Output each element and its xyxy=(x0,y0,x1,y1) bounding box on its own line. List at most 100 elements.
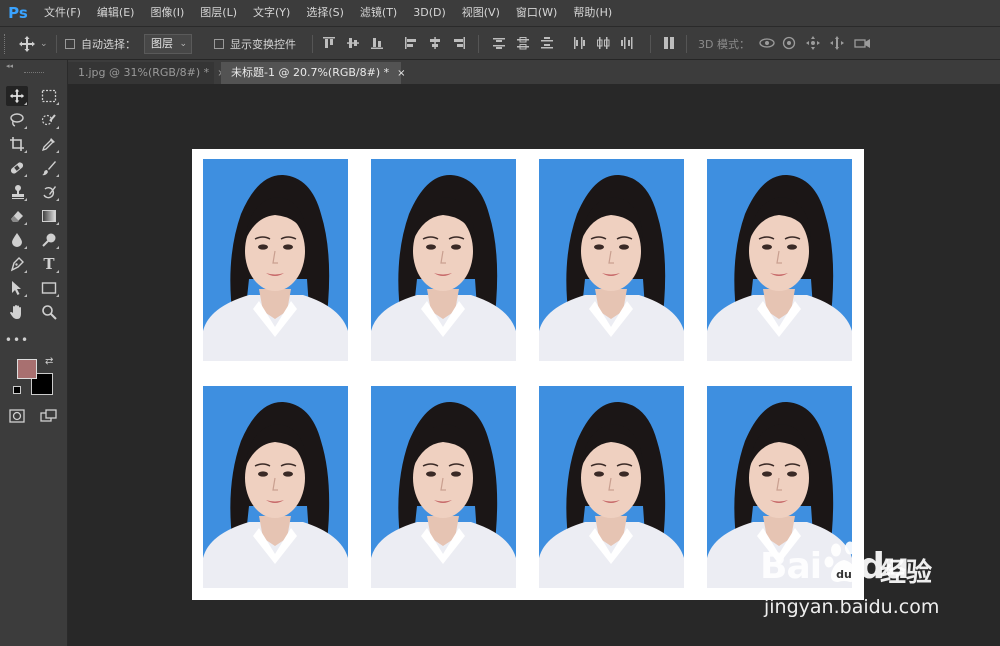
quick-mask-button[interactable] xyxy=(6,406,28,426)
baidu-paw-icon: du xyxy=(824,541,864,582)
auto-align-layers-icon[interactable] xyxy=(662,36,676,50)
default-colors-icon[interactable] xyxy=(13,386,21,394)
rectangle-icon xyxy=(41,282,57,294)
align-horizontal-center-icon[interactable] xyxy=(428,36,442,50)
toolbox-grip[interactable] xyxy=(24,72,44,75)
more-dots-icon: ••• xyxy=(4,333,30,347)
foreground-color-swatch[interactable] xyxy=(17,359,37,379)
crop-tool-button[interactable] xyxy=(6,134,28,154)
blur-tool-button[interactable] xyxy=(6,230,28,250)
show-transform-toggle[interactable]: 显示变换控件 xyxy=(214,27,296,60)
menu-filter[interactable]: 滤镜(T) xyxy=(352,0,405,26)
distribute-bottom-icon[interactable] xyxy=(540,36,554,50)
distribute-vertical-center-icon[interactable] xyxy=(516,36,530,50)
pan-3d-icon[interactable] xyxy=(806,36,820,50)
menu-select[interactable]: 选择(S) xyxy=(298,0,352,26)
distribute-left-icon[interactable] xyxy=(572,36,586,50)
hand-tool-button[interactable] xyxy=(6,302,28,322)
document-tab-bar: 1.jpg @ 31%(RGB/8#) *× 未标题-1 @ 20.7%(RGB… xyxy=(68,60,1000,84)
path-selection-tool-button[interactable] xyxy=(6,278,28,298)
align-left-icon[interactable] xyxy=(404,36,418,50)
divider xyxy=(478,35,479,53)
move-tool-icon xyxy=(9,88,25,104)
distribute-right-icon[interactable] xyxy=(620,36,634,50)
close-icon[interactable]: × xyxy=(397,68,405,79)
collapse-panel-icon[interactable]: ◂◂ xyxy=(6,62,13,70)
swap-colors-icon[interactable]: ⇄ xyxy=(45,356,53,367)
eyedropper-tool-button[interactable] xyxy=(38,134,60,154)
auto-select-toggle[interactable]: 自动选择： xyxy=(65,27,136,60)
document-canvas[interactable] xyxy=(192,149,864,600)
bandage-icon xyxy=(10,162,24,174)
rectangular-marquee-icon xyxy=(41,89,57,103)
show-transform-checkbox[interactable] xyxy=(214,38,224,49)
align-right-icon[interactable] xyxy=(452,36,466,50)
roll-3d-icon[interactable] xyxy=(782,36,796,50)
tab-document-2[interactable]: 未标题-1 @ 20.7%(RGB/8#) * × xyxy=(221,62,406,84)
lasso-tool-button[interactable] xyxy=(6,110,28,130)
options-bar-grip[interactable] xyxy=(4,34,11,54)
type-t-icon: T xyxy=(43,255,55,273)
auto-select-dropdown[interactable]: 图层 ⌄ xyxy=(144,27,192,60)
marquee-tool-button[interactable] xyxy=(38,86,60,106)
align-bottom-icon[interactable] xyxy=(370,36,384,50)
pen-tool-button[interactable] xyxy=(6,254,28,274)
menu-layer[interactable]: 图层(L) xyxy=(192,0,245,26)
quick-mask-icon xyxy=(9,409,25,423)
align-top-icon[interactable] xyxy=(322,36,336,50)
menu-help[interactable]: 帮助(H) xyxy=(565,0,620,26)
rotate-3d-icon[interactable] xyxy=(758,36,776,50)
tab-label: 未标题-1 @ 20.7%(RGB/8#) * xyxy=(231,66,390,79)
watermark-url: jingyan.baidu.com xyxy=(764,596,940,618)
distribute-top-icon[interactable] xyxy=(492,36,506,50)
id-photo xyxy=(203,386,348,588)
rectangle-tool-button[interactable] xyxy=(38,278,60,298)
menu-image[interactable]: 图像(I) xyxy=(142,0,192,26)
id-photo xyxy=(371,159,516,361)
history-brush-tool-button[interactable] xyxy=(38,182,60,202)
history-brush-icon xyxy=(43,186,56,199)
eraser-tool-button[interactable] xyxy=(6,206,28,226)
gradient-tool-button[interactable] xyxy=(38,206,60,226)
brush-icon xyxy=(42,161,56,176)
lasso-icon xyxy=(10,113,24,127)
brush-tool-button[interactable] xyxy=(38,158,60,178)
menu-window[interactable]: 窗口(W) xyxy=(508,0,565,26)
auto-select-target-value: 图层 xyxy=(151,36,173,50)
camera-3d-icon[interactable] xyxy=(854,36,872,50)
id-photo xyxy=(371,386,516,588)
zoom-tool-button[interactable] xyxy=(38,302,60,322)
clone-stamp-tool-button[interactable] xyxy=(6,182,28,202)
move-tool-icon xyxy=(19,35,35,52)
menu-file[interactable]: 文件(F) xyxy=(36,0,89,26)
auto-select-checkbox[interactable] xyxy=(65,38,75,49)
tab-document-1[interactable]: 1.jpg @ 31%(RGB/8#) *× xyxy=(68,62,226,84)
tool-preset-picker[interactable]: ⌄ xyxy=(18,27,48,60)
edit-toolbar-button[interactable]: ••• xyxy=(4,330,30,350)
blur-drop-icon xyxy=(12,233,22,247)
distribute-horizontal-center-icon[interactable] xyxy=(596,36,610,50)
magnifier-icon xyxy=(42,305,57,320)
watermark-service: 经验 xyxy=(880,558,933,588)
screen-mode-button[interactable] xyxy=(38,406,60,426)
align-vertical-center-icon[interactable] xyxy=(346,36,360,50)
mode-3d-label: 3D 模式： xyxy=(698,37,750,51)
menu-3d[interactable]: 3D(D) xyxy=(405,0,454,26)
portrait-illustration xyxy=(539,174,684,361)
healing-brush-tool-button[interactable] xyxy=(6,158,28,178)
photoshop-logo[interactable]: Ps xyxy=(0,0,36,26)
divider xyxy=(686,35,687,53)
screen-mode-icon xyxy=(40,409,57,422)
auto-select-target-select[interactable]: 图层 ⌄ xyxy=(144,33,192,54)
menu-type[interactable]: 文字(Y) xyxy=(245,0,298,26)
menu-view[interactable]: 视图(V) xyxy=(454,0,508,26)
quick-selection-tool-button[interactable] xyxy=(38,110,60,130)
slide-3d-icon[interactable] xyxy=(830,36,844,50)
dodge-tool-button[interactable] xyxy=(38,230,60,250)
auto-select-label: 自动选择： xyxy=(81,37,136,51)
show-transform-label: 显示变换控件 xyxy=(230,37,296,51)
move-tool-button[interactable] xyxy=(6,86,28,106)
menu-edit[interactable]: 编辑(E) xyxy=(89,0,143,26)
watermark-brand-bai: Bai xyxy=(760,546,822,587)
type-tool-button[interactable]: T xyxy=(38,254,60,274)
